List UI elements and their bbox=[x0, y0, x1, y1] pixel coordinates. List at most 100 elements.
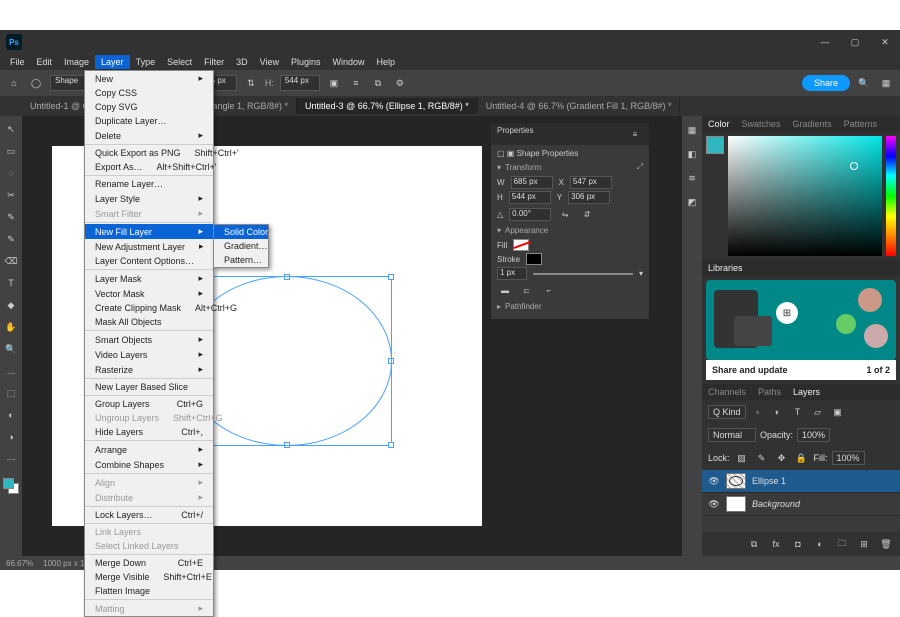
document-tab[interactable]: Untitled-3 @ 66.7% (Ellipse 1, RGB/8#) * bbox=[297, 98, 478, 114]
menu-item[interactable]: Quick Export as PNGShift+Ctrl+' bbox=[85, 146, 213, 160]
prop-w-input[interactable]: 685 px bbox=[511, 176, 553, 189]
filter-type-icon[interactable]: T bbox=[790, 404, 806, 420]
filter-smart-icon[interactable]: ▣ bbox=[830, 404, 846, 420]
menu-file[interactable]: File bbox=[4, 55, 31, 69]
lock-transparent-icon[interactable]: ▨ bbox=[734, 450, 750, 466]
prop-angle-input[interactable]: 0.00° bbox=[509, 208, 551, 221]
new-layer-icon[interactable]: ⊞ bbox=[856, 536, 872, 552]
menu-item[interactable]: Arrange▸ bbox=[85, 442, 213, 457]
tool-button[interactable]: 🔍 bbox=[2, 340, 20, 358]
align-icon[interactable]: ≡ bbox=[348, 75, 364, 91]
panel-tab[interactable]: Layers bbox=[787, 384, 826, 400]
gear-icon[interactable]: ⚙ bbox=[392, 75, 408, 91]
menu-item[interactable]: Pattern… bbox=[214, 253, 268, 267]
visibility-icon[interactable]: 👁 bbox=[708, 499, 720, 510]
panel-menu-icon[interactable]: ≡ bbox=[627, 126, 643, 142]
tool-button[interactable]: ◐ bbox=[2, 406, 20, 424]
tool-button[interactable]: ✋ bbox=[2, 318, 20, 336]
menu-plugins[interactable]: Plugins bbox=[285, 55, 327, 69]
stroke-swatch[interactable] bbox=[526, 253, 542, 265]
tool-button[interactable]: … bbox=[2, 362, 20, 380]
libraries-tab[interactable]: Libraries bbox=[702, 260, 749, 276]
tool-button[interactable]: ⋯ bbox=[2, 450, 20, 468]
menu-item[interactable]: Merge VisibleShift+Ctrl+E bbox=[85, 570, 213, 584]
menu-item[interactable]: Video Layers▸ bbox=[85, 347, 213, 362]
filter-pixel-icon[interactable]: ▫ bbox=[750, 404, 766, 420]
tool-button[interactable]: ◑ bbox=[2, 428, 20, 446]
menu-item[interactable]: Duplicate Layer… bbox=[85, 114, 213, 128]
prop-y-input[interactable]: 306 px bbox=[568, 191, 610, 204]
menu-help[interactable]: Help bbox=[371, 55, 402, 69]
layer-name[interactable]: Ellipse 1 bbox=[752, 476, 786, 486]
layer-row[interactable]: 👁Background bbox=[702, 493, 900, 516]
menu-item[interactable]: Combine Shapes▸ bbox=[85, 457, 213, 472]
menu-item[interactable]: Layer Style▸ bbox=[85, 191, 213, 206]
layer-fx-icon[interactable]: fx bbox=[768, 536, 784, 552]
hue-slider[interactable] bbox=[886, 136, 896, 256]
menu-image[interactable]: Image bbox=[58, 55, 95, 69]
arrange-icon[interactable]: ⧉ bbox=[370, 75, 386, 91]
tool-button[interactable]: ⌫ bbox=[2, 252, 20, 270]
layer-row[interactable]: 👁 Ellipse 1 bbox=[702, 470, 900, 493]
collapsed-panel-icon[interactable]: ◩ bbox=[684, 194, 700, 210]
menu-item[interactable]: Group LayersCtrl+G bbox=[85, 397, 213, 411]
shape-tool-icon[interactable]: ◯ bbox=[28, 75, 44, 91]
menu-select[interactable]: Select bbox=[161, 55, 198, 69]
fill-swatch[interactable] bbox=[513, 239, 529, 251]
stroke-align-icon[interactable]: ▬ bbox=[497, 282, 513, 298]
panel-tab[interactable]: Paths bbox=[752, 384, 787, 400]
lock-position-icon[interactable]: ✥ bbox=[774, 450, 790, 466]
new-fill-adjust-icon[interactable]: ◐ bbox=[812, 536, 828, 552]
window-close-button[interactable]: ✕ bbox=[870, 30, 900, 54]
lock-pixels-icon[interactable]: ✎ bbox=[754, 450, 770, 466]
lock-all-icon[interactable]: 🔒 bbox=[794, 450, 810, 466]
filter-adjust-icon[interactable]: ◐ bbox=[770, 404, 786, 420]
delete-layer-icon[interactable]: 🗑 bbox=[878, 536, 894, 552]
filter-shape-icon[interactable]: ▱ bbox=[810, 404, 826, 420]
stroke-size-input[interactable]: 1 px bbox=[497, 267, 527, 280]
menu-item[interactable]: Rasterize▸ bbox=[85, 362, 213, 377]
panel-tab[interactable]: Swatches bbox=[736, 116, 787, 132]
layer-thumbnail[interactable] bbox=[726, 496, 746, 512]
tool-button[interactable]: ◆ bbox=[2, 296, 20, 314]
home-icon[interactable]: ⌂ bbox=[6, 75, 22, 91]
menu-item[interactable]: New Adjustment Layer▸ bbox=[85, 239, 213, 254]
menu-item[interactable]: Solid Color… bbox=[214, 225, 268, 239]
collapsed-panel-icon[interactable]: ≋ bbox=[684, 170, 700, 186]
menu-edit[interactable]: Edit bbox=[31, 55, 59, 69]
visibility-icon[interactable]: 👁 bbox=[708, 476, 720, 487]
menu-item[interactable]: Copy SVG bbox=[85, 100, 213, 114]
window-minimize-button[interactable]: — bbox=[810, 30, 840, 54]
foreground-color-swatch[interactable] bbox=[706, 136, 724, 154]
menu-window[interactable]: Window bbox=[327, 55, 371, 69]
menu-item[interactable]: Create Clipping MaskAlt+Ctrl+G bbox=[85, 301, 213, 315]
menu-item[interactable]: Lock Layers…Ctrl+/ bbox=[85, 508, 213, 522]
add-mask-icon[interactable]: ◘ bbox=[790, 536, 806, 552]
blend-mode-select[interactable]: Normal bbox=[708, 428, 756, 442]
fg-bg-swatches[interactable] bbox=[3, 478, 19, 494]
menu-item[interactable]: Layer Mask▸ bbox=[85, 271, 213, 286]
flip-v-icon[interactable]: ⇵ bbox=[579, 206, 595, 222]
menu-item[interactable]: Layer Content Options… bbox=[85, 254, 213, 268]
menu-type[interactable]: Type bbox=[130, 55, 162, 69]
prop-h-input[interactable]: 544 px bbox=[509, 191, 551, 204]
height-input[interactable]: 544 px bbox=[280, 75, 320, 91]
layer-kind-select[interactable]: Q Kind bbox=[708, 405, 746, 419]
fill-opacity-input[interactable]: 100% bbox=[832, 451, 865, 465]
tool-button[interactable]: ▭ bbox=[2, 142, 20, 160]
link-layers-icon[interactable]: ⧉ bbox=[746, 536, 762, 552]
tool-button[interactable]: ↖ bbox=[2, 120, 20, 138]
menu-item[interactable]: Delete▸ bbox=[85, 128, 213, 143]
tool-button[interactable]: ✂ bbox=[2, 186, 20, 204]
opacity-input[interactable]: 100% bbox=[797, 428, 830, 442]
flip-h-icon[interactable]: ⇋ bbox=[557, 206, 573, 222]
collapsed-panel-icon[interactable]: ▦ bbox=[684, 122, 700, 138]
link-dims-icon[interactable]: ⇅ bbox=[243, 75, 259, 91]
menu-item[interactable]: Mask All Objects bbox=[85, 315, 213, 329]
share-button[interactable]: Share bbox=[802, 75, 850, 91]
tool-button[interactable]: ◌ bbox=[2, 164, 20, 182]
menu-item[interactable]: Rename Layer… bbox=[85, 177, 213, 191]
tool-button[interactable]: ⬚ bbox=[2, 384, 20, 402]
menu-layer[interactable]: Layer bbox=[95, 55, 130, 69]
menu-view[interactable]: View bbox=[254, 55, 285, 69]
